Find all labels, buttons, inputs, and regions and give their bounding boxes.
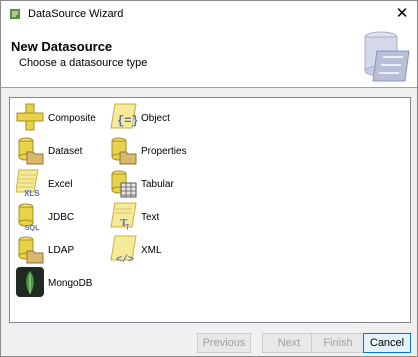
- datasource-label: Text: [141, 212, 160, 223]
- cancel-button[interactable]: Cancel: [363, 333, 411, 353]
- page-title: New Datasource: [11, 39, 113, 54]
- datasource-item-dataset[interactable]: Dataset: [16, 135, 108, 167]
- object-braces-icon: {=}: [110, 103, 137, 129]
- svg-text:</>: </>: [116, 254, 134, 264]
- previous-button[interactable]: Previous: [197, 333, 251, 353]
- datasource-item-jdbc[interactable]: SQL JDBC: [16, 201, 108, 233]
- wizard-header: New Datasource Choose a datasource type: [1, 27, 417, 87]
- datasource-wizard-window: DataSource Wizard ✕ New Datasource Choos…: [0, 0, 418, 357]
- datasource-item-ldap[interactable]: LDAP: [16, 234, 108, 266]
- composite-plus-icon: [16, 103, 44, 131]
- header-separator: [1, 87, 417, 88]
- datasource-label: MongoDB: [48, 278, 93, 289]
- datasource-item-properties[interactable]: Properties: [109, 135, 201, 167]
- datasource-item-object[interactable]: {=} Object: [109, 102, 201, 134]
- title-bar[interactable]: DataSource Wizard ✕: [1, 1, 417, 27]
- datasource-item-xml[interactable]: </> XML: [109, 234, 201, 266]
- database-sql-icon: SQL: [18, 203, 40, 231]
- datasource-label: JDBC: [48, 212, 75, 223]
- svg-text:SQL: SQL: [25, 225, 40, 231]
- xml-tag-icon: </>: [110, 235, 137, 264]
- datasource-item-composite[interactable]: Composite: [16, 102, 108, 134]
- database-folder-icon: [111, 137, 137, 165]
- datasource-label: Tabular: [141, 179, 174, 190]
- datasource-label: Object: [141, 113, 170, 124]
- page-subtitle: Choose a datasource type: [19, 57, 148, 69]
- svg-text:{=}: {=}: [117, 114, 137, 128]
- finish-button[interactable]: Finish: [311, 333, 365, 353]
- datasource-label: LDAP: [48, 245, 75, 256]
- window-title: DataSource Wizard: [28, 8, 124, 20]
- datasource-label: Dataset: [48, 146, 83, 157]
- svg-text:T: T: [125, 223, 130, 231]
- database-table-icon: [111, 170, 137, 198]
- datasource-label: Excel: [48, 179, 73, 190]
- datasource-item-tabular[interactable]: Tabular: [109, 168, 201, 200]
- mongodb-leaf-icon: [16, 267, 44, 297]
- close-button[interactable]: ✕: [387, 1, 417, 27]
- svg-text:XLS: XLS: [24, 189, 40, 198]
- wizard-footer: Previous Next Finish Cancel: [1, 323, 417, 356]
- database-folder-icon: [18, 236, 44, 264]
- datasource-item-mongodb[interactable]: MongoDB: [16, 267, 108, 299]
- datasource-type-list[interactable]: Composite Dataset XLS Excel SQL JDBC LDA…: [9, 97, 411, 323]
- text-document-icon: T T: [110, 202, 137, 231]
- database-folder-icon: [18, 137, 44, 165]
- datasource-label: XML: [141, 245, 162, 256]
- wizard-app-icon: [10, 9, 20, 19]
- next-button[interactable]: Next: [262, 333, 316, 353]
- datasource-label: Composite: [48, 113, 96, 124]
- datasource-item-excel[interactable]: XLS Excel: [16, 168, 108, 200]
- datasource-item-text[interactable]: T T Text: [109, 201, 201, 233]
- datasource-label: Properties: [141, 146, 187, 157]
- xls-file-icon: XLS: [16, 169, 40, 198]
- datasource-banner-icon: [364, 31, 410, 82]
